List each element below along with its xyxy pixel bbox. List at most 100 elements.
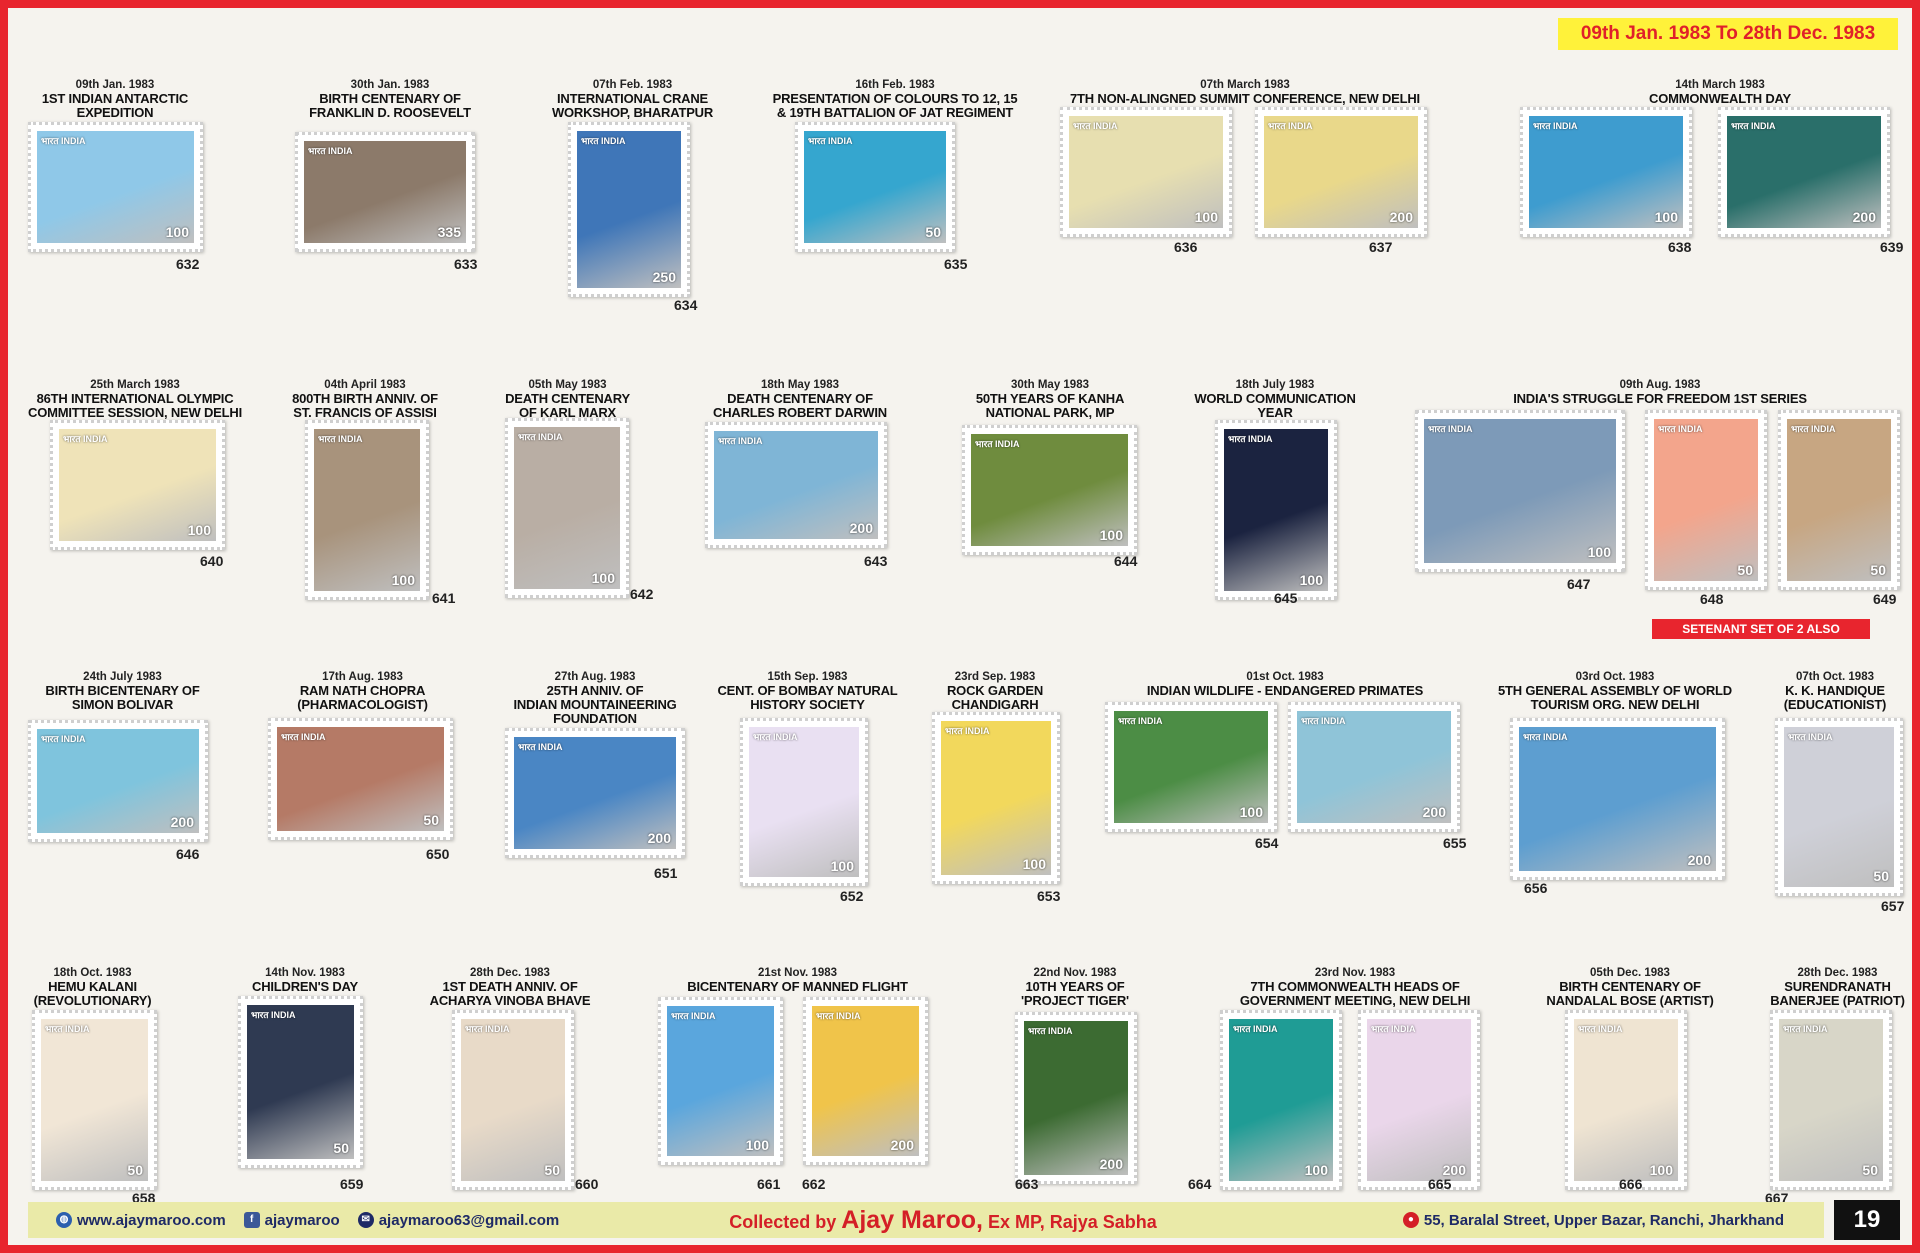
issue-title: ROCK GARDEN CHANDIGARH [946,683,1044,712]
issue-date: 28th Dec. 1983 [1797,967,1878,979]
issue-heading: 16th Feb. 1983 PRESENTATION OF COLOURS TO… [755,78,1035,120]
stamp-denomination: 100 [830,858,854,874]
stamp-denomination: 100 [1654,209,1678,225]
issue-heading: 07th Oct. 1983 K. K. HANDIQUE (EDUCATIONI… [1760,670,1910,712]
stamp: भारत INDIA 200 [1510,718,1725,880]
stamp: भारत INDIA 100 [658,997,783,1165]
issue-title: 7th NON-ALINGNED SUMMIT CONFERENCE, NEW … [1070,91,1420,106]
issue-date: 17th Aug. 1983 [322,671,403,683]
issue-heading: 21st Nov. 1983 BICENTENARY OF MANNED FLIG… [680,966,915,994]
issue-title: BIRTH BICENTENARY OF SIMON BOLIVAR [45,683,200,712]
stamp-catalog-number: 648 [1700,591,1724,607]
footer-facebook[interactable]: f ajaymaroo [243,1212,340,1229]
stamp-country-label: भारत INDIA [1268,121,1313,131]
stamp-catalog-number: 660 [575,1176,599,1192]
issue-date: 09th Aug. 1983 [1619,379,1701,391]
stamp-artwork: भारत INDIA 100 [749,727,859,877]
issue-date: 14th March 1983 [1675,79,1765,91]
globe-icon: ◍ [56,1212,72,1228]
stamp-catalog-number: 640 [200,553,224,569]
stamp: भारत INDIA 200 [705,422,887,548]
stamp-denomination: 200 [1852,209,1876,225]
stamp-country-label: भारत INDIA [718,436,763,446]
stamp-catalog-number: 634 [674,297,698,313]
issue-title: 1st INDIAN ANTARCTIC EXPEDITION [41,91,189,120]
stamp-denomination: 200 [170,814,194,830]
issue-heading: 15th Sep. 1983 CENT. OF BOMBAY NATURAL HI… [710,670,905,712]
stamp-country-label: भारत INDIA [1658,424,1703,434]
stamp-country-label: भारत INDIA [975,439,1020,449]
stamp: भारत INDIA 100 [28,122,203,252]
stamp-catalog-number: 632 [176,256,200,272]
stamp-denomination: 200 [1687,852,1711,868]
footer-website[interactable]: ◍ www.ajaymaroo.com [56,1212,226,1229]
issue-title: 86th INTERNATIONAL OLYMPIC COMMITTEE SES… [28,391,242,420]
issue-heading: 27th Aug. 1983 25th ANNIV. OF INDIAN MOUN… [495,670,695,726]
stamp-artwork: भारत INDIA 100 [1424,419,1616,563]
stamp-artwork: भारत INDIA 200 [1519,727,1716,871]
stamp-catalog-number: 635 [944,256,968,272]
stamp: भारत INDIA 200 [1718,107,1890,237]
stamp: भारत INDIA 50 [238,996,363,1168]
issue-title: BIRTH CENTENARY OF FRANKLIN D. ROOSEVELT [309,91,471,120]
stamp-denomination: 100 [1239,804,1263,820]
page-number: 19 [1834,1200,1900,1240]
stamp-denomination: 200 [849,520,873,536]
stamp-country-label: भारत INDIA [1228,434,1273,444]
stamp-artwork: भारत INDIA 50 [804,131,946,243]
stamp-denomination: 50 [1870,562,1886,578]
stamp: भारत INDIA 100 [1220,1010,1342,1190]
stamp-artwork: भारत INDIA 100 [1069,116,1223,228]
issue-title: BICENTENARY OF MANNED FLIGHT [687,979,908,994]
issue-date: 09th Jan. 1983 [75,79,155,91]
setenant-badge: SETENANT SET OF 2 ALSO [1652,619,1870,639]
stamp-artwork: भारत INDIA 50 [1787,419,1891,581]
stamp: भारत INDIA 100 [505,418,629,598]
issue-title: 800th BIRTH ANNIV. OF ST. FRANCIS OF ASS… [292,391,438,420]
stamp-country-label: भारत INDIA [41,734,86,744]
issue-heading: 28th Dec. 1983 1st DEATH ANNIV. OF ACHARY… [415,966,605,1008]
issue-date: 07th Feb. 1983 [592,79,673,91]
stamp-artwork: भारत INDIA 50 [1654,419,1758,581]
stamp-country-label: भारत INDIA [308,146,353,156]
collected-by: Collected by Ajay Maroo, Ex MP, Rajya Sa… [729,1205,1157,1234]
issue-title: 7th COMMONWEALTH HEADS OF GOVERNMENT MEE… [1239,979,1471,1008]
stamp-catalog-number: 652 [840,888,864,904]
issue-title: CHILDREN'S DAY [252,979,358,994]
stamp-artwork: भारत INDIA 200 [1367,1019,1471,1181]
issue-date: 30th Jan. 1983 [350,79,430,91]
stamp-catalog-number: 659 [340,1176,364,1192]
stamp-denomination: 100 [1022,856,1046,872]
stamp-country-label: भारत INDIA [1533,121,1578,131]
stamp-catalog-number: 662 [802,1176,826,1192]
stamp-country-label: भारत INDIA [1523,732,1568,742]
issue-date: 01st Oct. 1983 [1246,671,1324,683]
issue-title: DEATH CENTENARY OF CHARLES ROBERT DARWIN [713,391,887,420]
footer-email[interactable]: ✉ ajaymaroo63@gmail.com [357,1212,559,1229]
issue-heading: 23rd Nov. 1983 7th COMMONWEALTH HEADS OF … [1215,966,1495,1008]
stamp-country-label: भारत INDIA [945,726,990,736]
issue-heading: 14th Nov. 1983 CHILDREN'S DAY [230,966,380,994]
stamp-country-label: भारत INDIA [41,136,86,146]
stamp-denomination: 100 [165,224,189,240]
issue-heading: 17th Aug. 1983 RAM NATH CHOPRA (PHARMACOL… [270,670,455,712]
stamp-country-label: भारत INDIA [808,136,853,146]
stamp-artwork: भारत INDIA 100 [971,434,1128,546]
issue-title: 50th YEARS OF KANHA NATIONAL PARK, MP [975,391,1125,420]
issue-title: 5th GENERAL ASSEMBLY OF WORLD TOURISM OR… [1497,683,1732,712]
issue-date: 05th May 1983 [528,379,607,391]
issue-heading: 09th Aug. 1983 INDIA'S STRUGGLE FOR FREED… [1480,378,1840,406]
stamp-artwork: भारत INDIA 100 [59,429,216,541]
issue-heading: 03rd Oct. 1983 5th GENERAL ASSEMBLY OF WO… [1490,670,1740,712]
email-icon: ✉ [357,1212,374,1228]
stamp-country-label: भारत INDIA [281,732,326,742]
stamp: भारत INDIA 100 [305,420,429,600]
stamp-catalog-number: 653 [1037,888,1061,904]
stamp: भारत INDIA 200 [505,728,685,858]
stamp-country-label: भारत INDIA [1578,1024,1623,1034]
stamp: भारत INDIA 50 [1775,718,1903,896]
issue-date: 23rd Sep. 1983 [954,671,1036,683]
issue-title: 25th ANNIV. OF INDIAN MOUNTAINEERING FOU… [513,683,677,726]
stamp-artwork: भारत INDIA 250 [577,131,681,288]
issue-heading: 28th Dec. 1983 SURENDRANATH BANERJEE (PAT… [1765,966,1910,1008]
